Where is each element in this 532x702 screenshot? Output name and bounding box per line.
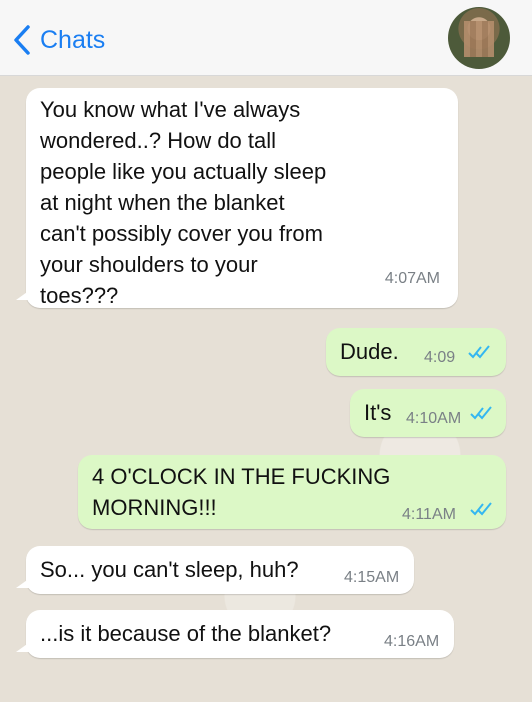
message-line: wondered..? How do tall — [40, 128, 277, 153]
message-line: 4 O'CLOCK IN THE FUCKING — [92, 464, 391, 489]
message-bubble-incoming[interactable]: ...is it because of the blanket? 4:16AM — [26, 610, 454, 658]
back-label: Chats — [40, 25, 106, 54]
message-text: It's — [364, 400, 392, 425]
read-receipt-icon — [468, 345, 490, 359]
bubble-tail — [16, 578, 30, 588]
message-time: 4:10AM — [406, 410, 462, 427]
message-time: 4:11AM — [402, 506, 456, 523]
message-line: can't possibly cover you from — [40, 221, 323, 246]
back-button[interactable]: Chats — [12, 22, 105, 58]
read-receipt-icon — [470, 406, 492, 420]
message-time: 4:15AM — [344, 569, 400, 586]
pixelated-face — [464, 21, 494, 57]
chat-header: Chats — [0, 0, 532, 76]
message-line: people like you actually sleep — [40, 159, 327, 184]
read-receipt-icon — [470, 502, 492, 516]
message-time: 4:07AM — [384, 270, 440, 287]
message-bubble-incoming[interactable]: So... you can't sleep, huh? 4:15AM — [26, 546, 414, 594]
message-line: your shoulders to your — [40, 252, 258, 277]
message-text: Dude. — [340, 339, 399, 364]
message-bubble-outgoing[interactable]: Dude. 4:09 — [326, 328, 506, 376]
message-text: ...is it because of the blanket? — [40, 621, 332, 646]
message-time: 4:16AM — [384, 633, 440, 650]
message-line: at night when the blanket — [40, 190, 285, 215]
bubble-tail — [16, 290, 30, 300]
contact-avatar[interactable] — [448, 7, 510, 69]
message-time: 4:09 — [424, 349, 456, 366]
bubble-tail — [16, 642, 30, 652]
message-bubble-outgoing[interactable]: It's 4:10AM — [350, 389, 506, 437]
message-bubble-incoming[interactable]: You know what I've always wondered..? Ho… — [26, 88, 458, 308]
chevron-left-icon — [14, 25, 30, 55]
message-line: You know what I've always — [40, 97, 301, 122]
message-text: So... you can't sleep, huh? — [40, 557, 299, 582]
message-line: toes??? — [40, 283, 119, 308]
message-bubble-outgoing[interactable]: 4 O'CLOCK IN THE FUCKING MORNING!!! 4:11… — [78, 455, 506, 529]
